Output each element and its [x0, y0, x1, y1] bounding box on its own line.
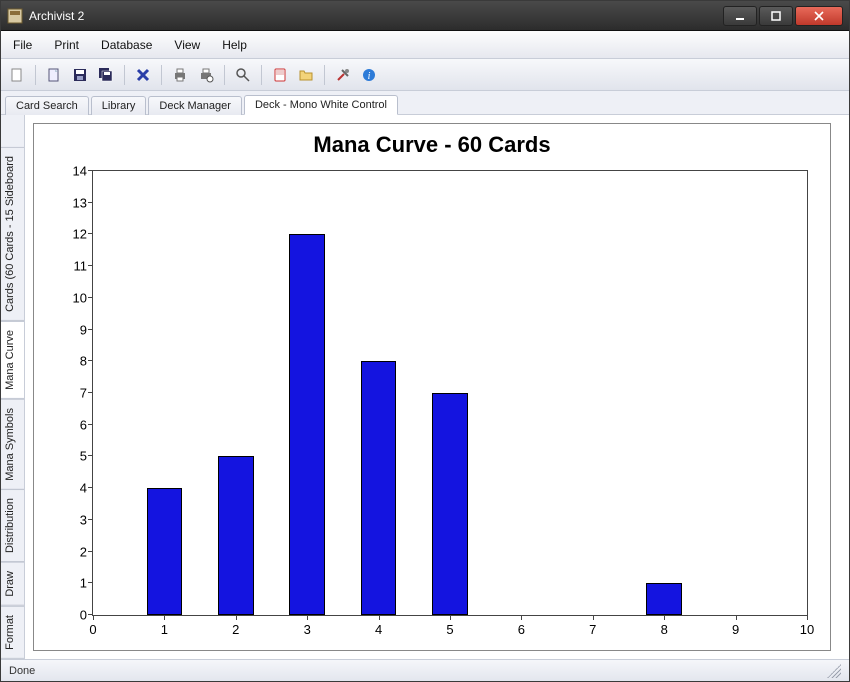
- chart-bar: [289, 234, 325, 615]
- chart-bar: [432, 393, 468, 615]
- x-tick-label: 7: [589, 622, 596, 637]
- tab-card-search[interactable]: Card Search: [5, 96, 89, 115]
- minimize-button[interactable]: [723, 6, 757, 26]
- titlebar: Archivist 2: [1, 1, 849, 31]
- x-tick-label: 5: [446, 622, 453, 637]
- statusbar: Done: [1, 659, 849, 681]
- menubar: File Print Database View Help: [1, 31, 849, 59]
- tab-deck-current[interactable]: Deck - Mono White Control: [244, 95, 398, 115]
- svg-text:i: i: [368, 71, 371, 82]
- sidetab-cards[interactable]: Cards (60 Cards - 15 Sideboard: [1, 147, 24, 321]
- sidetab-mana-symbols[interactable]: Mana Symbols: [1, 399, 24, 490]
- print-icon[interactable]: [170, 65, 190, 85]
- x-tick-label: 0: [89, 622, 96, 637]
- save-icon[interactable]: [70, 65, 90, 85]
- x-tick-label: 3: [304, 622, 311, 637]
- y-tick-label: 5: [61, 449, 87, 464]
- tabstrip: Card Search Library Deck Manager Deck - …: [1, 91, 849, 115]
- y-tick-label: 9: [61, 322, 87, 337]
- y-tick-label: 1: [61, 576, 87, 591]
- toolbar-separator: [261, 65, 262, 85]
- chart-bar: [147, 488, 183, 615]
- tools-icon[interactable]: [333, 65, 353, 85]
- menu-file[interactable]: File: [13, 38, 32, 52]
- body-area: Format Draw Distribution Mana Symbols Ma…: [1, 115, 849, 659]
- menu-print[interactable]: Print: [54, 38, 79, 52]
- x-tick-label: 9: [732, 622, 739, 637]
- search-icon[interactable]: [233, 65, 253, 85]
- y-tick-label: 6: [61, 417, 87, 432]
- sidetab-draw[interactable]: Draw: [1, 562, 24, 606]
- resize-grip-icon[interactable]: [827, 664, 841, 678]
- y-tick-label: 3: [61, 512, 87, 527]
- y-tick-label: 8: [61, 354, 87, 369]
- app-icon: [7, 8, 23, 24]
- y-tick-label: 2: [61, 544, 87, 559]
- x-tick-label: 8: [661, 622, 668, 637]
- side-tabstrip: Format Draw Distribution Mana Symbols Ma…: [1, 115, 25, 659]
- toolbar: i: [1, 59, 849, 91]
- x-tick-label: 6: [518, 622, 525, 637]
- info-icon[interactable]: i: [359, 65, 379, 85]
- toolbar-separator: [35, 65, 36, 85]
- y-tick-label: 10: [61, 290, 87, 305]
- delete-icon[interactable]: [133, 65, 153, 85]
- chart-title: Mana Curve - 60 Cards: [34, 132, 830, 158]
- toolbar-separator: [161, 65, 162, 85]
- menu-view[interactable]: View: [174, 38, 200, 52]
- sidetab-distribution[interactable]: Distribution: [1, 489, 24, 562]
- close-button[interactable]: [795, 6, 843, 26]
- chart-bar: [218, 456, 254, 615]
- chart-plot: 01234567891011121314012345678910: [92, 170, 808, 616]
- y-tick-label: 14: [61, 164, 87, 179]
- save-all-icon[interactable]: [96, 65, 116, 85]
- y-tick-label: 11: [61, 259, 87, 274]
- chart-frame: Mana Curve - 60 Cards 012345678910111213…: [33, 123, 831, 651]
- window-buttons: [723, 6, 843, 26]
- card-icon[interactable]: [270, 65, 290, 85]
- menu-help[interactable]: Help: [222, 38, 247, 52]
- maximize-button[interactable]: [759, 6, 793, 26]
- menu-database[interactable]: Database: [101, 38, 152, 52]
- y-tick-label: 4: [61, 481, 87, 496]
- new-icon[interactable]: [7, 65, 27, 85]
- y-tick-label: 0: [61, 608, 87, 623]
- status-text: Done: [9, 665, 35, 677]
- toolbar-separator: [224, 65, 225, 85]
- y-tick-label: 13: [61, 195, 87, 210]
- folder-icon[interactable]: [296, 65, 316, 85]
- app-window: Archivist 2 File Print Database View Hel…: [0, 0, 850, 682]
- y-tick-label: 12: [61, 227, 87, 242]
- window-title: Archivist 2: [29, 9, 723, 23]
- sidetab-mana-curve[interactable]: Mana Curve: [1, 321, 24, 399]
- tab-library[interactable]: Library: [91, 96, 147, 115]
- x-tick-label: 10: [800, 622, 814, 637]
- page-icon[interactable]: [44, 65, 64, 85]
- print-preview-icon[interactable]: [196, 65, 216, 85]
- chart-panel: Mana Curve - 60 Cards 012345678910111213…: [25, 115, 849, 659]
- tab-deck-manager[interactable]: Deck Manager: [148, 96, 242, 115]
- chart-bar: [646, 583, 682, 615]
- toolbar-separator: [324, 65, 325, 85]
- x-tick-label: 4: [375, 622, 382, 637]
- chart-bar: [361, 361, 397, 615]
- toolbar-separator: [124, 65, 125, 85]
- y-tick-label: 7: [61, 386, 87, 401]
- x-tick-label: 2: [232, 622, 239, 637]
- x-tick-label: 1: [161, 622, 168, 637]
- sidetab-format[interactable]: Format: [1, 606, 24, 659]
